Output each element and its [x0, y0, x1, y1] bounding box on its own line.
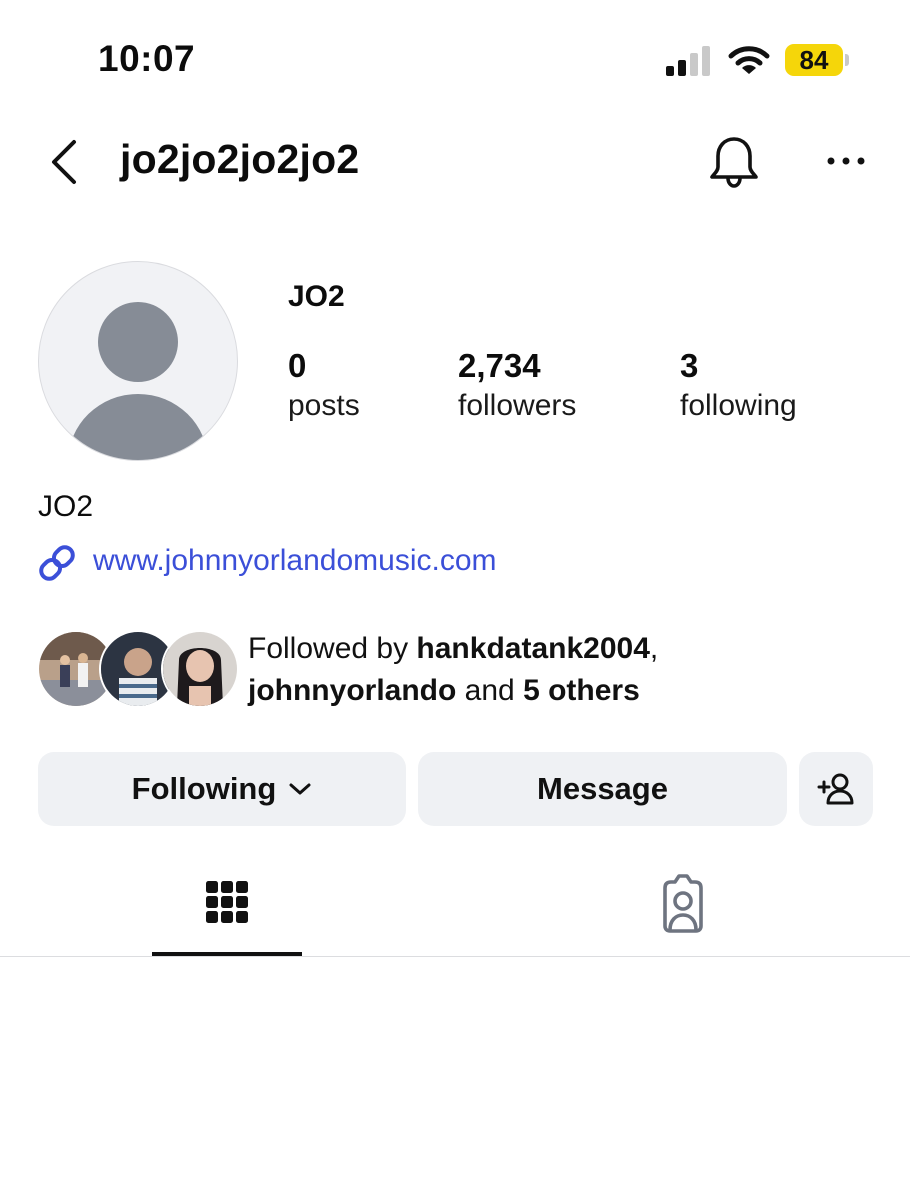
cellular-signal-icon	[666, 46, 710, 76]
stat-label: following	[680, 389, 797, 422]
bell-icon[interactable]	[706, 134, 762, 190]
stat-value: 2,734	[458, 347, 541, 384]
stat-label: followers	[458, 389, 577, 422]
separator: ,	[649, 632, 659, 665]
stat-followers[interactable]: 2,734 followers	[458, 346, 576, 426]
tagged-icon	[663, 874, 703, 933]
add-user-icon	[817, 773, 854, 805]
link-icon	[39, 545, 75, 581]
battery-nub	[845, 54, 849, 66]
stat-value: 3	[680, 347, 699, 384]
chevron-down-icon	[289, 783, 311, 795]
add-user-button[interactable]	[799, 752, 873, 826]
stat-following[interactable]: 3 following	[680, 346, 797, 426]
tab-tagged[interactable]	[608, 870, 758, 956]
mutual-username[interactable]: johnnyorlando	[248, 674, 456, 707]
status-time: 10:07	[98, 38, 196, 79]
stat-value: 0	[288, 347, 307, 384]
header-username: jo2jo2jo2jo2	[120, 136, 360, 182]
message-button-label: Message	[537, 771, 668, 806]
more-horizontal-icon[interactable]	[822, 146, 870, 176]
following-button[interactable]: Following	[38, 752, 406, 826]
followed-by-text[interactable]: Followed by hankdatank2004, johnnyorlando…	[248, 628, 868, 712]
bio-text: JO2	[38, 490, 94, 523]
following-button-label: Following	[131, 771, 277, 806]
followed-by-prefix: Followed by	[248, 632, 417, 665]
mutual-avatar	[161, 630, 239, 708]
mutual-username[interactable]: hankdatank2004	[416, 632, 649, 665]
chevron-left-icon[interactable]	[44, 136, 84, 188]
message-button[interactable]: Message	[418, 752, 787, 826]
battery-level: 84	[799, 44, 829, 75]
grid-icon	[206, 881, 248, 923]
profile-display-name: JO2	[288, 280, 345, 313]
wifi-icon	[728, 46, 770, 74]
tabs-divider	[0, 956, 910, 957]
profile-avatar[interactable]	[38, 261, 238, 461]
stat-posts[interactable]: 0 posts	[288, 346, 360, 426]
battery-indicator: 84	[785, 44, 843, 76]
stat-label: posts	[288, 389, 360, 422]
default-avatar-icon	[68, 302, 208, 460]
website-link[interactable]: www.johnnyorlandomusic.com	[93, 544, 497, 578]
others-count[interactable]: 5 others	[523, 674, 640, 707]
mutual-followers-avatars[interactable]	[37, 630, 239, 708]
and-text: and	[456, 674, 524, 707]
tab-posts-grid[interactable]	[152, 870, 302, 956]
